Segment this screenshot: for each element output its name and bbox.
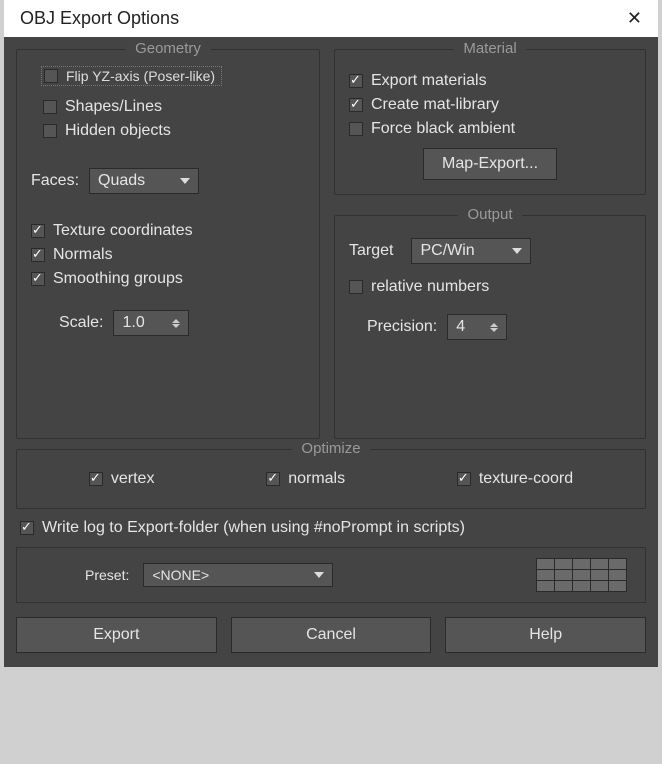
relative-numbers-label: relative numbers	[371, 278, 489, 296]
scale-label: Scale:	[59, 314, 103, 332]
help-button[interactable]: Help	[445, 617, 646, 653]
spin-up-icon[interactable]	[490, 323, 498, 327]
opt-vertex-checkbox[interactable]	[89, 472, 103, 486]
close-icon[interactable]: ✕	[621, 8, 648, 29]
opt-normals-checkbox-row[interactable]: normals	[266, 470, 345, 488]
faces-value: Quads	[98, 172, 145, 190]
force-black-label: Force black ambient	[371, 120, 515, 138]
target-value: PC/Win	[420, 242, 474, 260]
dialog-body: Geometry Flip YZ-axis (Poser-like) Shape…	[4, 37, 658, 667]
faces-dropdown[interactable]: Quads	[89, 168, 199, 194]
flip-yz-label: Flip YZ-axis (Poser-like)	[66, 68, 215, 84]
faces-label: Faces:	[31, 172, 79, 190]
relative-numbers-checkbox[interactable]	[349, 280, 363, 294]
spin-down-icon[interactable]	[490, 328, 498, 332]
smoothing-label: Smoothing groups	[53, 270, 183, 288]
target-dropdown[interactable]: PC/Win	[411, 238, 531, 264]
export-materials-checkbox[interactable]	[349, 74, 363, 88]
titlebar: OBJ Export Options ✕	[4, 0, 658, 37]
cancel-button[interactable]: Cancel	[231, 617, 432, 653]
export-materials-label: Export materials	[371, 72, 487, 90]
export-button[interactable]: Export	[16, 617, 217, 653]
write-log-label: Write log to Export-folder (when using #…	[42, 519, 465, 537]
shapes-lines-checkbox-row[interactable]: Shapes/Lines	[43, 98, 305, 116]
map-export-button[interactable]: Map-Export...	[423, 148, 557, 180]
normals-checkbox-row[interactable]: Normals	[31, 246, 305, 264]
smoothing-checkbox-row[interactable]: Smoothing groups	[31, 270, 305, 288]
hidden-objects-checkbox-row[interactable]: Hidden objects	[43, 122, 305, 140]
write-log-checkbox[interactable]	[20, 521, 34, 535]
force-black-checkbox[interactable]	[349, 122, 363, 136]
material-group: Material Export materials Create mat-lib…	[334, 49, 646, 195]
hidden-objects-checkbox[interactable]	[43, 124, 57, 138]
opt-vertex-label: vertex	[111, 470, 155, 488]
opt-texcoord-checkbox[interactable]	[457, 472, 471, 486]
flip-yz-checkbox-wrap[interactable]: Flip YZ-axis (Poser-like)	[41, 66, 222, 86]
opt-texcoord-checkbox-row[interactable]: texture-coord	[457, 470, 573, 488]
create-matlib-checkbox-row[interactable]: Create mat-library	[349, 96, 631, 114]
preset-label: Preset:	[85, 567, 129, 583]
dialog-window: OBJ Export Options ✕ Geometry Flip YZ-ax…	[4, 0, 658, 667]
optimize-legend: Optimize	[291, 440, 370, 457]
preset-dropdown[interactable]: <NONE>	[143, 563, 333, 587]
export-materials-checkbox-row[interactable]: Export materials	[349, 72, 631, 90]
smoothing-checkbox[interactable]	[31, 272, 45, 286]
preset-value: <NONE>	[152, 567, 209, 583]
force-black-checkbox-row[interactable]: Force black ambient	[349, 120, 631, 138]
flip-yz-checkbox[interactable]	[44, 69, 58, 83]
opt-normals-label: normals	[288, 470, 345, 488]
normals-label: Normals	[53, 246, 113, 264]
create-matlib-checkbox[interactable]	[349, 98, 363, 112]
create-matlib-label: Create mat-library	[371, 96, 499, 114]
precision-input[interactable]: 4	[447, 314, 507, 340]
texcoords-checkbox-row[interactable]: Texture coordinates	[31, 222, 305, 240]
opt-normals-checkbox[interactable]	[266, 472, 280, 486]
output-legend: Output	[457, 206, 522, 223]
action-row: Export Cancel Help	[16, 617, 646, 653]
optimize-group: Optimize vertex normals texture-coord	[16, 449, 646, 509]
hidden-objects-label: Hidden objects	[65, 122, 171, 140]
write-log-checkbox-row[interactable]: Write log to Export-folder (when using #…	[20, 519, 642, 537]
target-label: Target	[349, 242, 393, 260]
preset-bar: Preset: <NONE>	[16, 547, 646, 603]
shapes-lines-checkbox[interactable]	[43, 100, 57, 114]
texcoords-label: Texture coordinates	[53, 222, 193, 240]
precision-label: Precision:	[367, 318, 437, 336]
chevron-down-icon	[180, 178, 190, 184]
chevron-down-icon	[314, 572, 324, 578]
scale-value: 1.0	[122, 314, 144, 332]
texcoords-checkbox[interactable]	[31, 224, 45, 238]
opt-vertex-checkbox-row[interactable]: vertex	[89, 470, 155, 488]
geometry-group: Geometry Flip YZ-axis (Poser-like) Shape…	[16, 49, 320, 439]
normals-checkbox[interactable]	[31, 248, 45, 262]
precision-value: 4	[456, 318, 465, 336]
shapes-lines-label: Shapes/Lines	[65, 98, 162, 116]
opt-texcoord-label: texture-coord	[479, 470, 573, 488]
spin-up-icon[interactable]	[172, 319, 180, 323]
material-legend: Material	[453, 40, 526, 57]
geometry-legend: Geometry	[125, 40, 211, 57]
chevron-down-icon	[512, 248, 522, 254]
preset-grid-icon[interactable]	[536, 558, 627, 592]
relative-numbers-checkbox-row[interactable]: relative numbers	[349, 278, 631, 296]
output-group: Output Target PC/Win relative numbers Pr…	[334, 215, 646, 439]
spin-down-icon[interactable]	[172, 324, 180, 328]
window-title: OBJ Export Options	[20, 8, 179, 29]
scale-input[interactable]: 1.0	[113, 310, 189, 336]
